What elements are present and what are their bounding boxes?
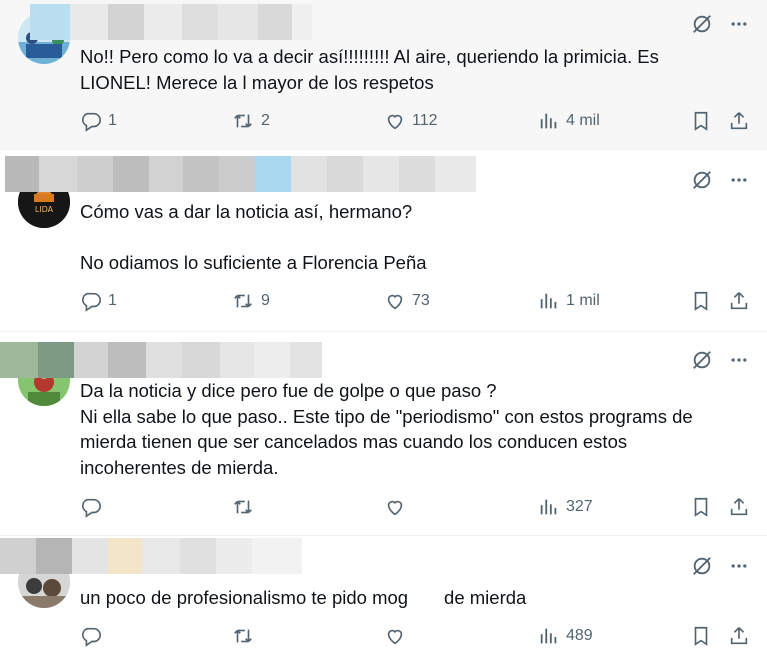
repost-icon: [231, 290, 255, 312]
like-count: 112: [412, 112, 438, 129]
like-icon: [384, 290, 406, 312]
reply-tweet[interactable]: un poco de profesionalismo te pido mog d…: [0, 536, 767, 659]
like-button[interactable]: 73: [384, 290, 430, 312]
username-redacted[interactable]: [5, 156, 492, 192]
share-button[interactable]: [728, 290, 750, 312]
views-count: 327: [566, 498, 593, 515]
bookmark-icon: [690, 110, 712, 132]
bookmark-icon: [690, 625, 712, 647]
views-count: 489: [566, 627, 593, 644]
views-icon: [538, 496, 560, 518]
more-icon[interactable]: [729, 556, 749, 576]
reply-button[interactable]: 1: [80, 110, 117, 132]
like-button[interactable]: 112: [384, 110, 438, 132]
views-button[interactable]: 4 mil: [538, 110, 600, 132]
username-redacted[interactable]: [0, 538, 302, 574]
grok-icon[interactable]: [691, 349, 713, 371]
reply-text: un poco de profesionalismo te pido mog d…: [80, 587, 527, 608]
views-icon: [538, 625, 560, 647]
reply-text: Da la noticia y dice pero fue de golpe o…: [80, 380, 693, 478]
bookmark-icon: [690, 290, 712, 312]
reply-tweet[interactable]: LIDA Cómo vas a dar la noticia así, herm…: [0, 150, 767, 332]
views-button[interactable]: 327: [538, 496, 593, 518]
grok-icon[interactable]: [691, 555, 713, 577]
grok-icon[interactable]: [691, 13, 713, 35]
bookmark-button[interactable]: [690, 110, 712, 132]
repost-icon: [231, 625, 255, 647]
share-button[interactable]: [728, 625, 750, 647]
reply-icon: [80, 625, 102, 647]
views-button[interactable]: 1 mil: [538, 290, 600, 312]
repost-button[interactable]: [231, 625, 269, 647]
like-icon: [384, 496, 406, 518]
share-icon: [728, 110, 750, 132]
repost-button[interactable]: 2: [231, 110, 270, 132]
reply-icon: [80, 496, 102, 518]
share-icon: [728, 496, 750, 518]
grok-icon[interactable]: [691, 169, 713, 191]
repost-button[interactable]: 9: [231, 290, 270, 312]
repost-icon: [231, 110, 255, 132]
more-icon[interactable]: [729, 14, 749, 34]
reply-count: 1: [108, 112, 117, 129]
repost-count: 2: [261, 112, 270, 129]
reply-button[interactable]: [80, 625, 116, 647]
like-button[interactable]: [384, 625, 420, 647]
repost-button[interactable]: [231, 496, 269, 518]
reply-count: 1: [108, 292, 117, 309]
repost-icon: [231, 496, 255, 518]
share-icon: [728, 290, 750, 312]
bookmark-button[interactable]: [690, 496, 712, 518]
like-icon: [384, 625, 406, 647]
reply-text: No!! Pero como lo va a decir así!!!!!!!!…: [80, 46, 665, 93]
share-button[interactable]: [728, 496, 750, 518]
like-icon: [384, 110, 406, 132]
reply-button[interactable]: [80, 496, 116, 518]
reply-button[interactable]: 1: [80, 290, 117, 312]
share-icon: [728, 625, 750, 647]
reply-text: Cómo vas a dar la noticia así, hermano? …: [80, 201, 427, 273]
more-icon[interactable]: [729, 350, 749, 370]
bookmark-button[interactable]: [690, 290, 712, 312]
repost-count: 9: [261, 292, 270, 309]
username-redacted[interactable]: [0, 342, 322, 378]
views-count: 4 mil: [566, 112, 600, 129]
reply-tweet[interactable]: Da la noticia y dice pero fue de golpe o…: [0, 332, 767, 536]
reply-tweet[interactable]: No!! Pero como lo va a decir así!!!!!!!!…: [0, 0, 767, 150]
reply-icon: [80, 110, 102, 132]
like-button[interactable]: [384, 496, 420, 518]
views-button[interactable]: 489: [538, 625, 593, 647]
username-redacted[interactable]: [30, 4, 312, 40]
share-button[interactable]: [728, 110, 750, 132]
views-icon: [538, 290, 560, 312]
svg-text:LIDA: LIDA: [35, 205, 54, 214]
bookmark-button[interactable]: [690, 625, 712, 647]
more-icon[interactable]: [729, 170, 749, 190]
bookmark-icon: [690, 496, 712, 518]
views-icon: [538, 110, 560, 132]
reply-icon: [80, 290, 102, 312]
like-count: 73: [412, 292, 430, 309]
views-count: 1 mil: [566, 292, 600, 309]
